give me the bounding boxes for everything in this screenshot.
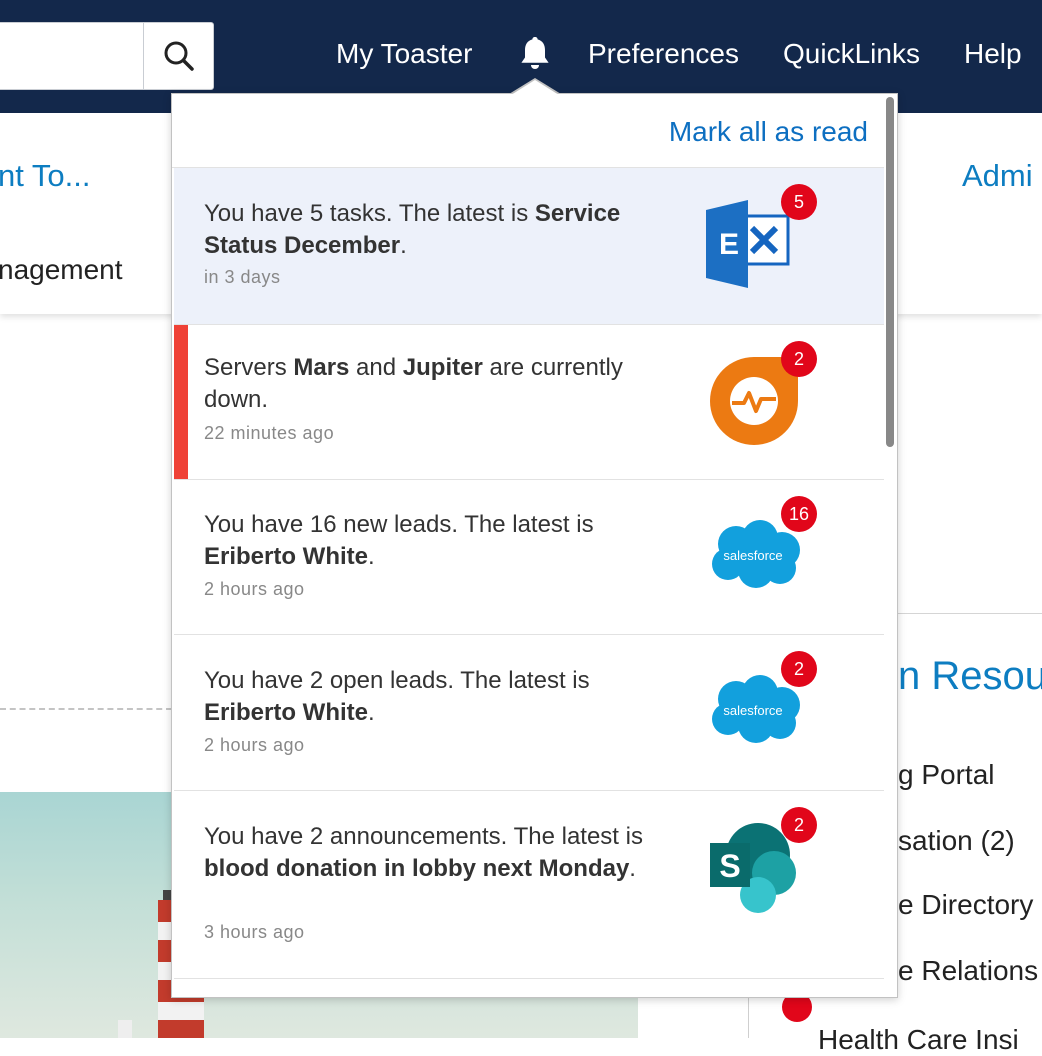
svg-text:E: E <box>719 228 739 261</box>
count-badge: 16 <box>781 496 817 532</box>
mark-all-read-link[interactable]: Mark all as read <box>669 116 868 148</box>
subnav-link-admin[interactable]: Admi <box>962 158 1033 194</box>
popup-header: Mark all as read <box>172 94 884 168</box>
nav-my-toaster[interactable]: My Toaster <box>336 38 472 70</box>
notifications-popup: Mark all as read You have 5 tasks. The l… <box>171 93 898 998</box>
column-divider <box>748 996 749 1038</box>
svg-text:S: S <box>719 848 740 884</box>
subnav-text-left: nagement <box>0 254 123 285</box>
subnav-link-left[interactable]: nt To... <box>0 158 91 194</box>
right-panel-link[interactable]: g Portal <box>898 759 1042 791</box>
notification-time: 2 hours ago <box>204 735 305 755</box>
dashed-divider <box>0 708 172 710</box>
notification-item[interactable]: You have 16 new leads. The latest is Eri… <box>174 480 884 635</box>
search-input[interactable] <box>0 23 143 89</box>
nav-preferences[interactable]: Preferences <box>588 38 739 70</box>
notification-item[interactable]: You have 2 open leads. The latest is Eri… <box>174 635 884 791</box>
notification-time: 3 hours ago <box>204 922 305 942</box>
nav-help[interactable]: Help <box>964 38 1022 70</box>
popup-caret-inner <box>511 80 559 95</box>
notification-message: Servers Mars and Jupiter are currently d… <box>204 354 623 413</box>
right-panel-heading: n Resour <box>898 654 1042 698</box>
count-badge: 5 <box>781 184 817 220</box>
notification-item[interactable]: Servers Mars and Jupiter are currently d… <box>174 325 884 480</box>
search-icon <box>164 41 194 71</box>
right-panel-divider <box>896 613 1042 614</box>
right-panel-link[interactable]: e Relations <box>898 955 1042 987</box>
notification-item[interactable]: You have 2 announcements. The latest is … <box>174 791 884 979</box>
svg-text:salesforce: salesforce <box>723 703 782 718</box>
notification-message: You have 16 new leads. The latest is Eri… <box>204 511 594 570</box>
search-button[interactable] <box>143 23 213 89</box>
notification-message: You have 2 announcements. The latest is … <box>204 823 643 882</box>
count-badge: 2 <box>781 651 817 687</box>
right-panel-link[interactable]: e Directory <box>898 889 1042 921</box>
notification-time: 22 minutes ago <box>204 423 335 443</box>
svg-text:salesforce: salesforce <box>723 548 782 563</box>
count-badge: 2 <box>781 807 817 843</box>
photo-building <box>118 1020 132 1038</box>
notification-message: You have 2 open leads. The latest is Eri… <box>204 667 590 726</box>
nav-quicklinks[interactable]: QuickLinks <box>783 38 920 70</box>
count-badge: 2 <box>781 341 817 377</box>
notification-time: in 3 days <box>204 267 281 287</box>
bell-icon[interactable] <box>516 34 554 74</box>
notification-message: You have 5 tasks. The latest is Service … <box>204 200 621 259</box>
alert-indicator <box>174 325 188 479</box>
popup-scrollbar[interactable] <box>886 97 894 447</box>
right-panel-link[interactable]: Health Care Insi <box>818 1024 1042 1056</box>
search-box <box>0 22 214 90</box>
notification-item[interactable]: You have 5 tasks. The latest is Service … <box>174 168 884 325</box>
right-panel-link[interactable]: sation (2) <box>898 825 1042 857</box>
notification-time: 2 hours ago <box>204 579 305 599</box>
